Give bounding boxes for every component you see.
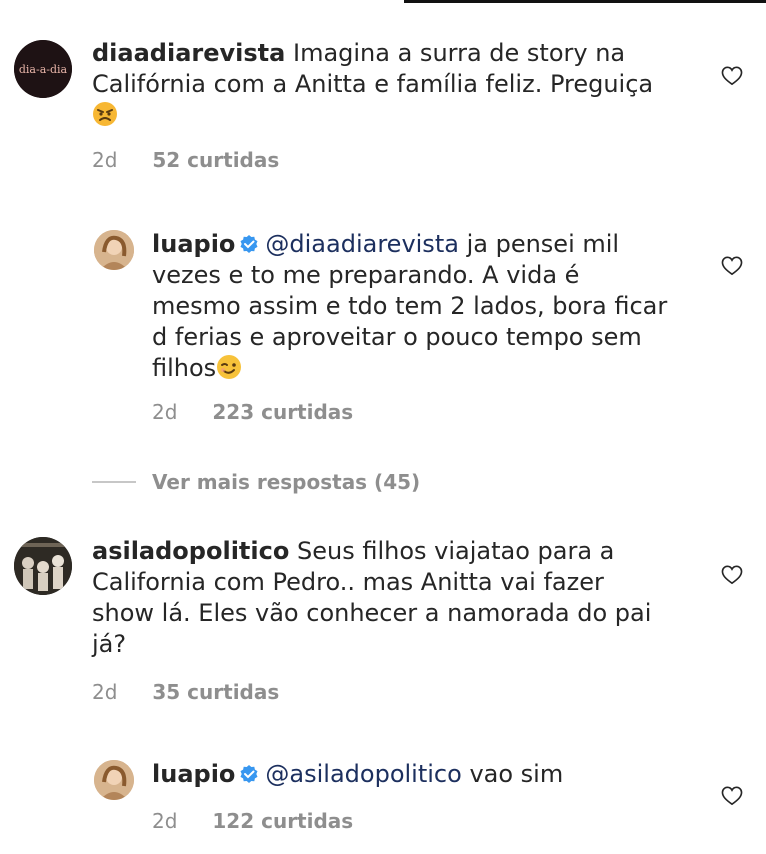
avatar[interactable]: dia-a-dia — [14, 40, 72, 98]
verified-badge-icon — [239, 231, 259, 253]
view-more-label[interactable]: Ver mais respostas (45) — [152, 470, 420, 494]
user-photo-icon — [94, 760, 134, 800]
angry-face-emoji-icon — [92, 101, 118, 135]
comment-username[interactable]: luapio — [152, 760, 235, 788]
view-more-replies-button[interactable]: Ver mais respostas (45) — [92, 470, 420, 494]
winking-face-emoji-icon — [216, 354, 242, 388]
comment-text: luapio @diaadiarevista ja pensei mil veze… — [152, 229, 672, 388]
verified-badge-icon — [239, 761, 259, 783]
comment-text: asiladopolitico Seus filhos viajatao par… — [92, 537, 652, 658]
heart-icon[interactable] — [721, 256, 743, 276]
avatar[interactable] — [94, 760, 134, 800]
user-photo-icon — [94, 230, 134, 270]
comment-time: 2d — [92, 148, 118, 172]
comment-meta: 2d 122 curtidas — [152, 809, 353, 833]
comment-meta: 2d 223 curtidas — [152, 400, 353, 424]
comment-likes[interactable]: 122 curtidas — [212, 809, 353, 833]
view-more-divider — [92, 481, 136, 483]
heart-icon[interactable] — [721, 66, 743, 86]
comment-username[interactable]: asiladopolitico — [92, 537, 289, 565]
svg-text:dia-a-dia: dia-a-dia — [19, 63, 68, 76]
comment-meta: 2d 35 curtidas — [92, 680, 279, 704]
comment-likes[interactable]: 35 curtidas — [152, 680, 279, 704]
diaadia-logo-icon: dia-a-dia — [14, 40, 72, 98]
mention-link[interactable]: @asiladopolitico — [265, 760, 461, 788]
avatar[interactable] — [94, 230, 134, 270]
comment-meta: 2d 52 curtidas — [92, 148, 279, 172]
comment-time: 2d — [152, 400, 178, 424]
comment-text: luapio @asiladopolitico vao sim — [152, 760, 564, 788]
comment-likes[interactable]: 223 curtidas — [212, 400, 353, 424]
heart-icon[interactable] — [721, 565, 743, 585]
comment-username[interactable]: diaadiarevista — [92, 39, 285, 67]
comment-likes[interactable]: 52 curtidas — [152, 148, 279, 172]
avatar[interactable] — [14, 537, 72, 595]
comment-time: 2d — [152, 809, 178, 833]
heart-icon[interactable] — [721, 786, 743, 806]
comment-time: 2d — [92, 680, 118, 704]
user-photo-icon — [14, 537, 72, 595]
comment-username[interactable]: luapio — [152, 230, 235, 258]
mention-link[interactable]: @diaadiarevista — [265, 230, 459, 258]
comment-text: diaadiarevista Imagina a surra de story … — [92, 38, 692, 135]
top-divider — [404, 0, 766, 3]
